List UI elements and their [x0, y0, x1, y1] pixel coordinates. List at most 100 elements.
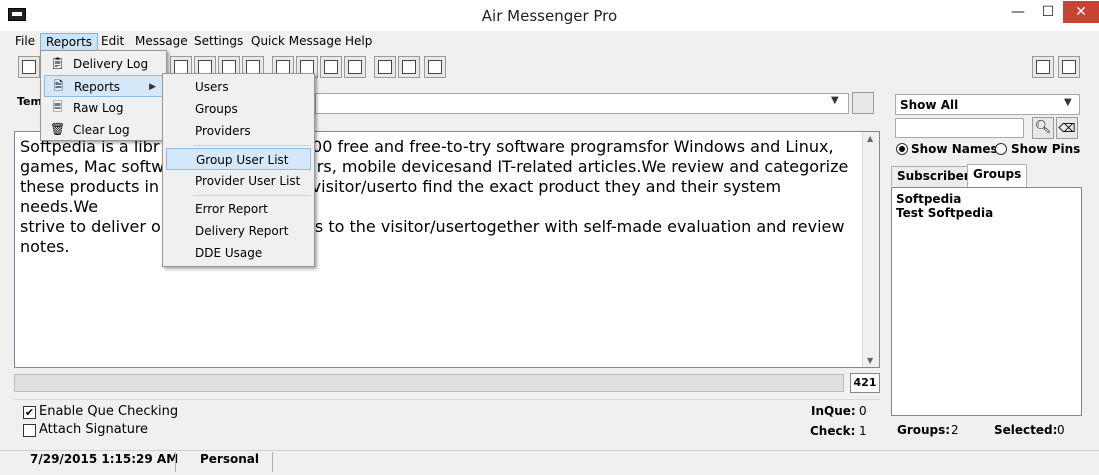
status-separator — [175, 452, 176, 472]
menu-item-providers[interactable]: Providers — [166, 120, 311, 142]
maximize-button[interactable]: ☐ — [1033, 1, 1063, 23]
menu-item-error-report[interactable]: Error Report — [166, 198, 311, 220]
minimize-button[interactable]: — — [1003, 1, 1033, 23]
page-icon — [222, 60, 236, 74]
status-separator — [272, 452, 273, 472]
groups-count-value: 2 — [951, 423, 959, 437]
reports-icon: 🗎 — [53, 79, 64, 93]
menu-item-delivery-log[interactable]: 📋︎ Delivery Log — [44, 53, 163, 75]
show-names-radio[interactable] — [896, 143, 908, 155]
list-item[interactable]: Test Softpedia — [896, 206, 993, 220]
calendar-icon — [198, 60, 212, 74]
check-value: 1 — [859, 424, 867, 438]
keyboard-icon — [402, 60, 416, 74]
toolbar-button-antenna[interactable] — [424, 56, 446, 78]
group-list[interactable]: Softpedia Test Softpedia — [891, 187, 1082, 416]
reports-submenu: Users Groups Providers Group User List P… — [162, 73, 315, 267]
selected-count-value: 0 — [1057, 423, 1065, 437]
menu-settings[interactable]: Settings — [189, 33, 248, 51]
menu-item-delivery-report[interactable]: Delivery Report — [166, 220, 311, 242]
menu-separator — [193, 145, 311, 146]
close-button[interactable]: ✕ — [1063, 1, 1099, 23]
list-item[interactable]: Softpedia — [896, 192, 961, 206]
toolbar-button-exit[interactable] — [1058, 56, 1080, 78]
groups-count-label: Groups: — [897, 423, 951, 437]
queue-icon — [174, 60, 188, 74]
toolbar-button-user[interactable] — [1032, 56, 1054, 78]
template-edit-button[interactable] — [852, 92, 874, 114]
message-text: Softpedia is a libr 00 free and free-to-… — [20, 137, 849, 256]
status-profile: Personal — [200, 452, 259, 466]
scroll-up-icon[interactable]: ▲ — [867, 134, 873, 143]
template-select[interactable] — [315, 93, 849, 114]
raw-log-icon: 🗏 — [52, 100, 63, 114]
delivery-log-icon: 📋︎ — [50, 56, 66, 70]
menu-item-label: Delivery Log — [73, 57, 149, 71]
menu-reports[interactable]: Reports — [40, 33, 99, 51]
menu-item-raw-log[interactable]: 🗏 Raw Log — [44, 97, 163, 119]
toolbar-button-send[interactable] — [18, 56, 40, 78]
show-pins-radio[interactable] — [995, 143, 1007, 155]
spellcheck-icon — [276, 60, 290, 74]
exit-door-icon — [1062, 60, 1076, 74]
inque-label: InQue: — [811, 404, 856, 418]
delete-icon — [348, 60, 362, 74]
toolbar-button-keyboard[interactable] — [398, 56, 420, 78]
selected-count-label: Selected: — [994, 423, 1058, 437]
menu-item-clear-log[interactable]: 🗑︎ Clear Log — [44, 119, 163, 141]
scroll-down-icon[interactable]: ▼ — [867, 356, 873, 365]
template-label: Tem — [17, 95, 42, 108]
reports-menu: 📋︎ Delivery Log 🗎 Reports ▶ 🗏 Raw Log 🗑︎… — [40, 50, 167, 141]
menu-item-label: Reports — [74, 80, 121, 94]
paste-icon — [324, 60, 338, 74]
menu-message[interactable]: Message — [130, 33, 193, 51]
toolbar-button-delete[interactable] — [344, 56, 366, 78]
menu-item-provider-user-list[interactable]: Provider User List — [166, 170, 311, 192]
trash-icon: 🗑︎ — [50, 122, 66, 136]
show-pins-label: Show Pins — [1011, 142, 1081, 156]
enable-que-label: Enable Que Checking — [39, 404, 179, 419]
window-title: Air Messenger Pro — [481, 7, 618, 25]
char-counter: 421 — [850, 373, 880, 393]
tab-groups[interactable]: Groups — [967, 164, 1028, 188]
message-textarea[interactable]: Softpedia is a libr 00 free and free-to-… — [14, 131, 880, 368]
menu-file[interactable]: File — [10, 33, 40, 51]
status-datetime: 7/29/2015 1:15:29 AM — [30, 452, 179, 466]
enable-que-checkbox[interactable]: ✔ — [23, 406, 36, 419]
show-names-label: Show Names — [911, 142, 998, 156]
send-icon — [22, 60, 36, 74]
menu-help[interactable]: Help — [340, 33, 377, 51]
antenna-icon — [428, 60, 442, 74]
progress-bar — [14, 374, 844, 392]
magnifier-icon: 🔍︎ — [1034, 120, 1052, 135]
user-icon — [1036, 60, 1050, 74]
search-button[interactable]: 🔍︎ — [1032, 117, 1054, 139]
phone-icon — [378, 60, 392, 74]
menu-item-label: Clear Log — [73, 123, 130, 137]
eraser-icon: ⌫ — [1058, 121, 1076, 135]
check-label: Check: — [810, 424, 856, 438]
menu-item-reports[interactable]: 🗎 Reports ▶ — [44, 75, 163, 97]
submenu-arrow-icon: ▶ — [149, 82, 156, 92]
message-scrollbar[interactable]: ▲ ▼ — [862, 132, 879, 367]
attach-signature-label: Attach Signature — [39, 422, 149, 437]
edit-icon — [246, 60, 260, 74]
menu-separator — [193, 195, 311, 196]
menu-item-groups[interactable]: Groups — [166, 98, 311, 120]
filter-select[interactable]: Show All — [895, 94, 1080, 115]
attach-signature-checkbox[interactable] — [23, 424, 36, 437]
chevron-down-icon[interactable]: ▼ — [1064, 97, 1072, 108]
menu-item-users[interactable]: Users — [166, 76, 311, 98]
chevron-down-icon[interactable]: ▼ — [831, 95, 839, 106]
inque-value: 0 — [859, 404, 867, 418]
toolbar-button-phone[interactable] — [374, 56, 396, 78]
search-input[interactable] — [895, 118, 1024, 138]
menu-quick-message[interactable]: Quick Message — [246, 33, 346, 51]
clear-search-button[interactable]: ⌫ — [1056, 117, 1078, 139]
toolbar-button-paste[interactable] — [320, 56, 342, 78]
menu-item-group-user-list[interactable]: Group User List — [166, 148, 311, 170]
menu-edit[interactable]: Edit — [96, 33, 129, 51]
menu-item-dde-usage[interactable]: DDE Usage — [166, 242, 311, 264]
menu-item-label: Raw Log — [73, 101, 124, 115]
copy-icon — [300, 60, 314, 74]
